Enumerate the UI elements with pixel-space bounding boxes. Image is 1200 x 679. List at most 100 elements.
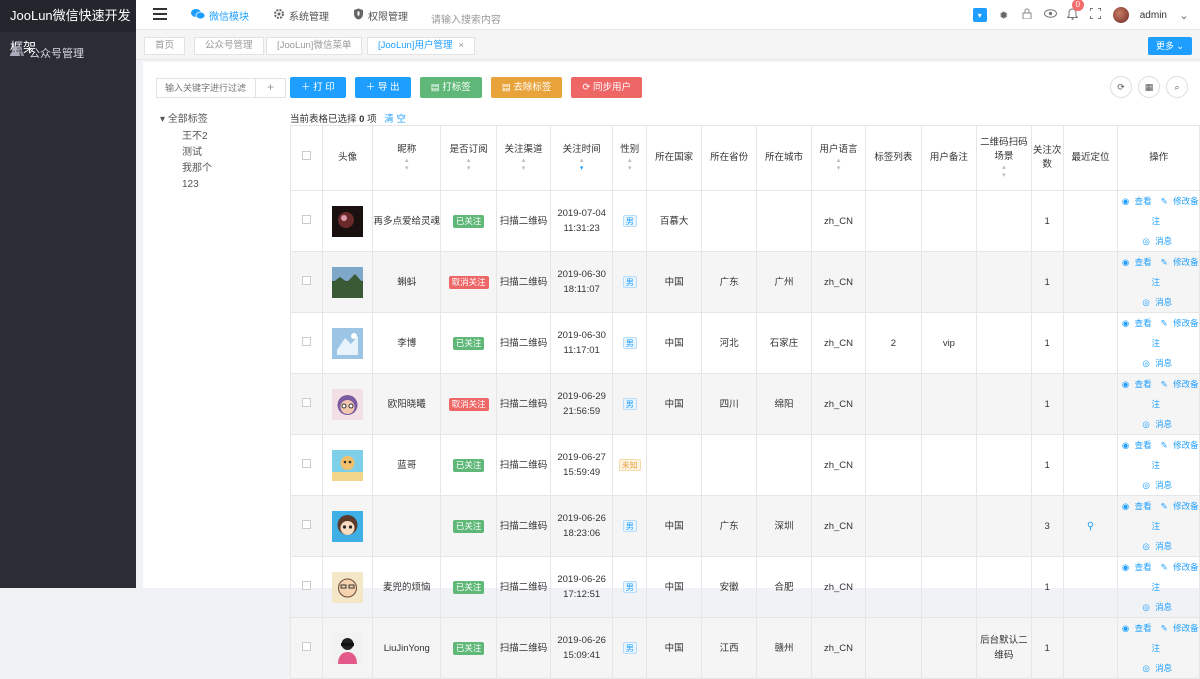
menu-toggle-icon[interactable] xyxy=(153,8,167,20)
fullscreen-icon[interactable] xyxy=(1089,7,1102,22)
untag-button[interactable]: ▤ 去除标签 xyxy=(490,77,563,98)
tag-filter-input[interactable] xyxy=(157,79,257,97)
message-button[interactable]: ◎ 消息 xyxy=(1142,480,1175,490)
row-checkbox[interactable] xyxy=(301,397,311,407)
column-header[interactable]: 二维码扫码场景 ▴ ▾ xyxy=(975,125,1032,191)
refresh-icon[interactable]: ⟳ xyxy=(1110,76,1132,98)
sort-icon[interactable]: ▴ ▾ xyxy=(497,157,550,173)
subscribe-cell: 取消关注 xyxy=(440,251,498,313)
row-checkbox[interactable] xyxy=(301,214,311,224)
avatar[interactable] xyxy=(332,571,364,603)
sort-icon[interactable]: ▴ ▾ xyxy=(613,157,646,173)
message-button[interactable]: ◎ 消息 xyxy=(1142,236,1175,246)
avatar[interactable] xyxy=(332,632,364,664)
close-icon[interactable]: × xyxy=(458,40,464,51)
edit-remark-button[interactable]: ✎ 修改备注 xyxy=(1151,379,1198,409)
edit-remark-button[interactable]: ✎ 修改备注 xyxy=(1151,501,1198,531)
eye-icon[interactable] xyxy=(1043,9,1057,21)
add-tag-button[interactable]: + xyxy=(255,79,285,97)
tab-wechat-menu[interactable]: [JooLun]微信菜单 xyxy=(266,37,363,55)
tab-home[interactable]: 首页 xyxy=(144,37,186,55)
view-button[interactable]: ◉ 查看 xyxy=(1122,623,1155,633)
sort-icon[interactable]: ▴ ▾ xyxy=(812,157,865,173)
bell-icon[interactable]: 0 xyxy=(1066,0,1084,23)
users-icon xyxy=(10,44,24,64)
column-header[interactable]: 关注时间 ▴ ▾ xyxy=(549,125,614,191)
sort-icon[interactable]: ▴ ▾ xyxy=(441,157,496,173)
tab-official-account[interactable]: 公众号管理 xyxy=(194,37,264,55)
date: 2019-06-27 xyxy=(557,452,606,463)
lock-icon[interactable] xyxy=(1021,8,1033,22)
avatar[interactable] xyxy=(332,449,364,481)
view-button[interactable]: ◉ 查看 xyxy=(1122,257,1155,267)
avatar[interactable] xyxy=(332,205,364,237)
view-button[interactable]: ◉ 查看 xyxy=(1122,318,1155,328)
tab-user-management[interactable]: [JooLun]用户管理 × xyxy=(367,37,476,55)
edit-remark-button[interactable]: ✎ 修改备注 xyxy=(1151,440,1198,470)
view-button[interactable]: ◉ 查看 xyxy=(1122,379,1155,389)
date: 2019-06-26 xyxy=(557,513,606,524)
row-checkbox[interactable] xyxy=(301,519,311,529)
export-button[interactable]: ＋ 导 出 xyxy=(354,77,411,98)
checkbox-cell xyxy=(290,190,323,252)
tree-item[interactable]: 我那个 xyxy=(160,161,212,177)
grid-icon[interactable]: ▦ xyxy=(1138,76,1160,98)
view-button[interactable]: ◉ 查看 xyxy=(1122,501,1155,511)
add-button[interactable]: ＋ 打 印 xyxy=(290,77,346,98)
avatar[interactable] xyxy=(332,266,364,298)
column-header[interactable]: 关注渠道 ▴ ▾ xyxy=(496,125,551,191)
edit-remark-button[interactable]: ✎ 修改备注 xyxy=(1151,196,1198,226)
message-button[interactable]: ◎ 消息 xyxy=(1142,663,1175,673)
bug-icon[interactable]: ✹ xyxy=(998,9,1010,22)
tree-item[interactable]: 123 xyxy=(160,177,212,193)
sort-icon[interactable]: ▴ ▾ xyxy=(373,157,440,173)
tree-root[interactable]: ▾ 全部标签 xyxy=(160,110,212,125)
view-button[interactable]: ◉ 查看 xyxy=(1122,440,1155,450)
chevron-down-icon[interactable]: ▾ xyxy=(972,8,987,22)
message-button[interactable]: ◎ 消息 xyxy=(1142,602,1175,612)
row-checkbox[interactable] xyxy=(301,336,311,346)
sidebar-item-official-account[interactable]: 公众号管理 xyxy=(10,44,84,64)
column-header[interactable]: 性别 ▴ ▾ xyxy=(612,125,648,191)
more-button[interactable]: 更多 ⌄ xyxy=(1148,37,1192,55)
sort-icon[interactable]: ▴ ▾ xyxy=(977,164,1031,180)
sync-users-button[interactable]: ⟳ 同步用户 xyxy=(571,77,642,98)
message-button[interactable]: ◎ 消息 xyxy=(1142,297,1175,307)
message-button[interactable]: ◎ 消息 xyxy=(1142,419,1175,429)
avatar[interactable] xyxy=(1112,7,1129,23)
location-icon[interactable]: ⚲ xyxy=(1087,521,1094,532)
search-icon[interactable]: ⌕ xyxy=(1166,76,1188,98)
nav-system-management[interactable]: 系统管理 xyxy=(273,8,329,23)
row-checkbox[interactable] xyxy=(301,275,311,285)
user-name[interactable]: admin xyxy=(1140,10,1167,21)
edit-remark-button[interactable]: ✎ 修改备注 xyxy=(1151,257,1198,287)
avatar[interactable] xyxy=(332,388,364,420)
edit-remark-button[interactable]: ✎ 修改备注 xyxy=(1151,623,1198,653)
view-button[interactable]: ◉ 查看 xyxy=(1122,196,1155,206)
tree-item[interactable]: 测试 xyxy=(160,145,212,161)
message-button[interactable]: ◎ 消息 xyxy=(1142,541,1175,551)
row-checkbox[interactable] xyxy=(301,580,311,590)
column-header[interactable]: 是否订阅 ▴ ▾ xyxy=(440,125,498,191)
clear-selection-link[interactable]: 清 空 xyxy=(384,114,406,125)
avatar[interactable] xyxy=(332,327,364,359)
province-cell: 安徽 xyxy=(701,556,758,618)
column-header[interactable]: 用户语言 ▴ ▾ xyxy=(811,125,866,191)
avatar[interactable] xyxy=(332,510,364,542)
message-button[interactable]: ◎ 消息 xyxy=(1142,358,1175,368)
nav-permission-management[interactable]: 权限管理 xyxy=(353,8,408,23)
tree-item[interactable]: 王不2 xyxy=(160,129,212,145)
select-all-checkbox[interactable] xyxy=(301,151,311,160)
tags-cell xyxy=(864,190,922,252)
edit-remark-button[interactable]: ✎ 修改备注 xyxy=(1151,318,1198,348)
nav-wechat-module[interactable]: 微信模块 xyxy=(191,8,249,23)
nickname-cell: 李博 xyxy=(372,312,442,374)
search-input[interactable]: 请输入搜索内容 xyxy=(431,11,501,26)
sort-icon[interactable]: ▴ ▾ xyxy=(551,157,612,173)
row-checkbox[interactable] xyxy=(301,641,311,651)
column-header[interactable]: 昵称 ▴ ▾ xyxy=(372,125,442,191)
row-checkbox[interactable] xyxy=(301,458,311,468)
chevron-down-icon[interactable]: ⌄ xyxy=(1178,9,1190,22)
tag-button[interactable]: ▤ 打标签 xyxy=(419,77,482,98)
view-button[interactable]: ◉ 查看 xyxy=(1122,562,1155,572)
